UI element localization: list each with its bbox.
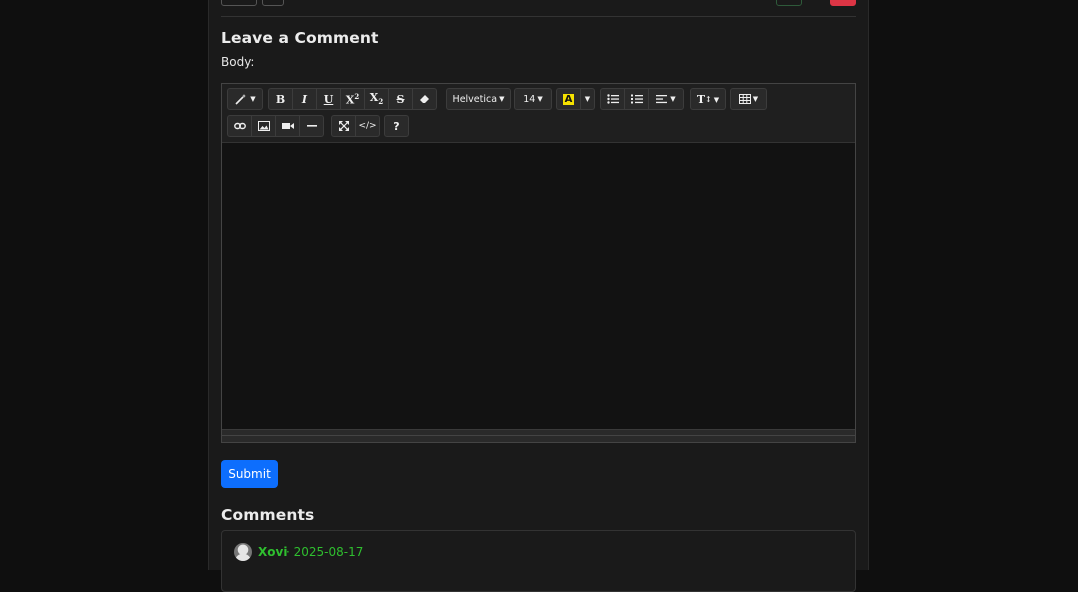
- divider: [221, 16, 856, 17]
- chevron-down-icon: ▼: [752, 95, 759, 103]
- bold-icon: B: [275, 92, 286, 106]
- submit-button[interactable]: Submit: [221, 460, 278, 488]
- link-icon: [233, 122, 246, 130]
- font-family-value: Helvetica: [452, 93, 498, 105]
- horizontal-rule-button[interactable]: [299, 115, 324, 137]
- body-label: Body:: [221, 55, 255, 69]
- italic-icon: I: [301, 92, 308, 106]
- video-icon: [281, 123, 294, 129]
- insert-image-button[interactable]: [251, 115, 276, 137]
- italic-button[interactable]: I: [292, 88, 317, 110]
- top-button-2[interactable]: [262, 0, 284, 6]
- editor-content-area[interactable]: [222, 143, 855, 429]
- avatar: [234, 543, 252, 561]
- help-icon: ?: [393, 119, 400, 133]
- superscript-icon: X2: [345, 91, 360, 107]
- clear-format-button[interactable]: [412, 88, 437, 110]
- superscript-button[interactable]: X2: [340, 88, 365, 110]
- color-dropdown-button[interactable]: ▼: [580, 88, 595, 110]
- comment-date: · 2025-08-17: [286, 545, 364, 559]
- text-style-dropdown[interactable]: T ↕ ▼: [690, 88, 726, 110]
- chevron-down-icon: ▼: [250, 95, 256, 103]
- paragraph-align-dropdown[interactable]: ▼: [648, 88, 684, 110]
- top-delete-button[interactable]: [830, 0, 856, 6]
- help-button[interactable]: ?: [384, 115, 409, 137]
- leave-comment-heading: Leave a Comment: [221, 29, 379, 47]
- underline-button[interactable]: U: [316, 88, 341, 110]
- magic-wand-icon: [235, 94, 247, 105]
- comment-username[interactable]: Xovi: [258, 545, 287, 559]
- ordered-list-button[interactable]: [624, 88, 649, 110]
- insert-video-button[interactable]: [275, 115, 300, 137]
- strikethrough-icon: S: [396, 92, 405, 106]
- minus-icon: [306, 125, 317, 127]
- chevron-down-icon: ▼: [713, 94, 720, 104]
- font-size-dropdown[interactable]: 14 ▼: [514, 88, 552, 110]
- font-family-dropdown[interactable]: Helvetica ▼: [446, 88, 511, 110]
- subscript-icon: X2: [369, 91, 384, 107]
- editor-resize-bar[interactable]: [222, 429, 855, 442]
- insert-link-button[interactable]: [227, 115, 252, 137]
- highlight-icon: A: [562, 93, 575, 105]
- bold-button[interactable]: B: [268, 88, 293, 110]
- table-icon: [738, 94, 751, 104]
- chevron-down-icon: ▼: [670, 95, 676, 103]
- highlight-color-button[interactable]: A: [556, 88, 581, 110]
- chevron-down-icon: ▼: [499, 95, 505, 103]
- align-left-icon: [656, 95, 668, 104]
- strikethrough-button[interactable]: S: [388, 88, 413, 110]
- magic-style-button[interactable]: ▼: [227, 88, 263, 110]
- image-icon: [257, 121, 270, 131]
- fullscreen-button[interactable]: [331, 115, 356, 137]
- font-size-value: 14: [523, 93, 536, 105]
- code-view-button[interactable]: </>: [355, 115, 380, 137]
- bullet-list-icon: [606, 94, 619, 104]
- subscript-button[interactable]: X2: [364, 88, 389, 110]
- text-height-icon: T: [696, 92, 706, 106]
- rich-text-editor: ▼ B I U X2 X2 S Helvetica ▼ 14 ▼ A ▼ ▼ T…: [221, 83, 856, 443]
- numbered-list-icon: [630, 94, 643, 104]
- insert-table-dropdown[interactable]: ▼: [730, 88, 767, 110]
- expand-icon: [338, 121, 349, 131]
- editor-toolbar: ▼ B I U X2 X2 S Helvetica ▼ 14 ▼ A ▼ ▼ T…: [222, 84, 855, 143]
- code-icon: </>: [358, 121, 377, 131]
- top-action-button-green[interactable]: [776, 0, 802, 6]
- unordered-list-button[interactable]: [600, 88, 625, 110]
- top-button-1[interactable]: [221, 0, 257, 6]
- chevron-down-icon: ▼: [537, 95, 543, 103]
- chevron-down-icon: ▼: [584, 95, 591, 103]
- underline-icon: U: [323, 92, 334, 106]
- comment-card: Xovi · 2025-08-17: [221, 530, 856, 592]
- comments-heading: Comments: [221, 506, 315, 524]
- main-panel: Leave a Comment Body: ▼ B I U X2 X2 S He…: [208, 0, 869, 592]
- eraser-icon: [419, 95, 429, 103]
